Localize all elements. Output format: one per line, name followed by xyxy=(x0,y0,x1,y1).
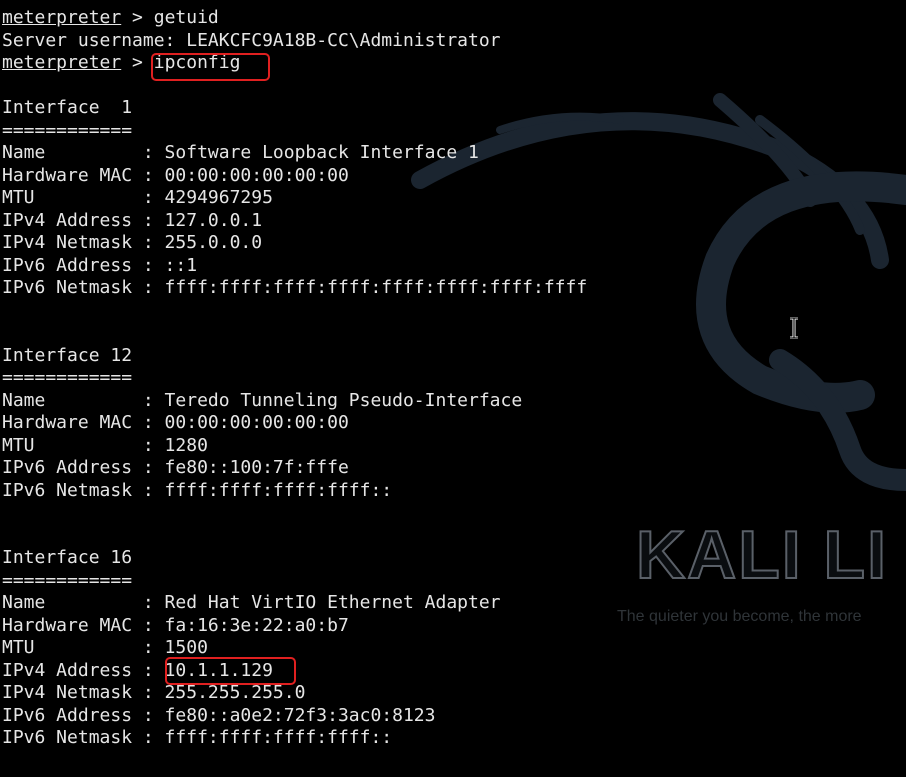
terminal-output-line: IPv6 Netmask : ffff:ffff:ffff:ffff:: xyxy=(2,727,393,748)
prompt-separator: > xyxy=(121,52,154,73)
terminal-output-line: Hardware MAC : fa:16:3e:22:a0:b7 xyxy=(2,614,349,636)
terminal-output-line: MTU : 1280 xyxy=(2,434,208,456)
terminal-output-line: IPv6 Netmask : ffff:ffff:ffff:ffff:: xyxy=(2,479,393,501)
terminal-command: getuid xyxy=(153,7,219,28)
terminal-output-line: Interface 12 xyxy=(2,344,133,366)
terminal-output-line: IPv6 Netmask : ffff:ffff:ffff:ffff:ffff:… xyxy=(2,277,588,298)
kali-logo-text: KALI LI xyxy=(636,517,888,593)
terminal-output-line: ============ xyxy=(2,119,133,141)
terminal-output-line: MTU : 4294967295 xyxy=(2,187,273,208)
terminal-output-line: Interface 16 xyxy=(2,547,133,568)
terminal-output-line: IPv4 Netmask : 255.255.255.0 xyxy=(2,682,306,703)
terminal-output[interactable]: meterpreter > getuid Server username: LEA… xyxy=(2,7,587,750)
meterpreter-prompt: meterpreter xyxy=(2,52,122,73)
kali-tagline: The quieter you become, the more xyxy=(617,608,862,625)
meterpreter-prompt: meterpreter xyxy=(2,7,122,28)
terminal-output-line: ============ xyxy=(2,367,133,388)
highlight-ipconfig xyxy=(151,53,270,81)
terminal-output-line: Interface 1 xyxy=(2,97,133,118)
terminal-output-line: Server username: LEAKCFC9A18B-CC\Adminis… xyxy=(2,29,501,51)
terminal-output-line: MTU : 1500 xyxy=(2,637,208,658)
terminal-output-line: Name : Teredo Tunneling Pseudo-Interface xyxy=(2,389,523,411)
kali-linux-logo: KALI LI xyxy=(635,516,888,594)
terminal-output-line: IPv6 Address : fe80::a0e2:72f3:3ac0:8123 xyxy=(2,704,436,726)
terminal-output-line: IPv6 Address : ::1 xyxy=(2,254,198,276)
terminal-output-line: IPv4 Address : 127.0.0.1 xyxy=(2,209,263,231)
terminal-output-line: Name : Software Loopback Interface 1 xyxy=(2,142,479,163)
terminal-output-line: Name : Red Hat VirtIO Ethernet Adapter xyxy=(2,592,501,613)
highlight-ipv4-address xyxy=(165,657,296,685)
text-cursor-icon xyxy=(790,317,798,339)
terminal-output-line: IPv4 Netmask : 255.0.0.0 xyxy=(2,232,263,253)
terminal-output-line: Hardware MAC : 00:00:00:00:00:00 xyxy=(2,412,349,433)
terminal-prompt-line: meterpreter > getuid xyxy=(2,7,587,30)
terminal-output-line: Hardware MAC : 00:00:00:00:00:00 xyxy=(2,164,349,186)
prompt-separator: > xyxy=(121,7,154,28)
terminal-output-line: ============ xyxy=(2,569,133,591)
terminal-prompt-line: meterpreter > ipconfig xyxy=(2,52,587,75)
terminal-output-line: IPv6 Address : fe80::100:7f:fffe xyxy=(2,457,349,478)
